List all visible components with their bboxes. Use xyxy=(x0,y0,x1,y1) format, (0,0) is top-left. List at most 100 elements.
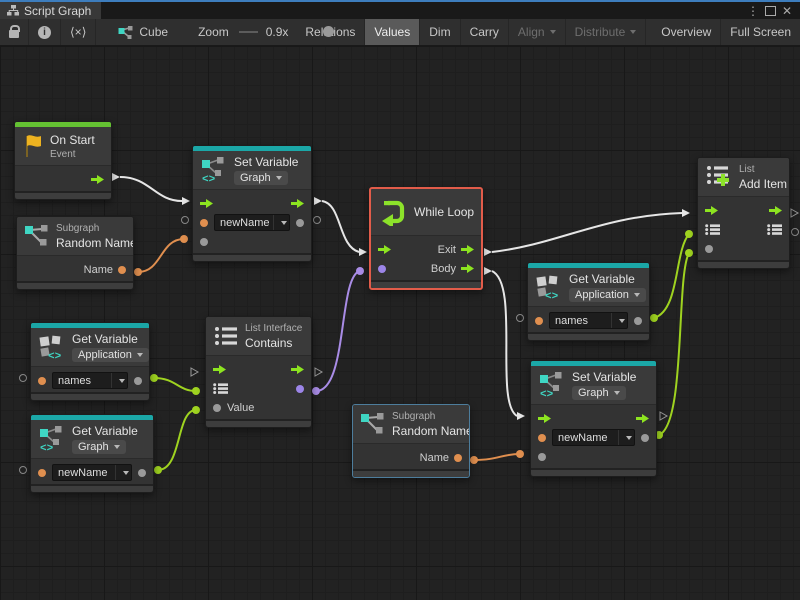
value-cap[interactable] xyxy=(134,268,142,276)
node-while-loop[interactable]: While Loop Exit Body xyxy=(369,187,483,290)
window-maximize-icon[interactable] xyxy=(765,6,776,16)
toolbar-button-align[interactable]: Align xyxy=(509,19,566,45)
flow-cap[interactable] xyxy=(682,209,690,217)
zoom-slider[interactable] xyxy=(239,31,258,33)
value-cap[interactable] xyxy=(192,406,200,414)
value-input-port[interactable] xyxy=(200,238,208,246)
wire-flow-setvariable1-to-whileloop[interactable] xyxy=(322,201,359,252)
empty-flow-port[interactable] xyxy=(315,368,322,376)
empty-flow-port[interactable] xyxy=(791,209,798,217)
graph-canvas[interactable]: On Start Event <> Set Variable Graph xyxy=(0,46,800,600)
variable-name-dropdown[interactable]: newName xyxy=(552,429,635,446)
value-output-port[interactable] xyxy=(634,317,642,325)
toolbar-button-dim[interactable]: Dim xyxy=(420,19,460,45)
flow-input-port[interactable] xyxy=(200,199,213,208)
value-input-port[interactable] xyxy=(538,453,546,461)
lock-button[interactable] xyxy=(0,19,29,45)
variable-name-dropdown[interactable]: names xyxy=(549,312,628,329)
wire-value-newname-to-contains-value[interactable] xyxy=(158,410,196,470)
flow-cap[interactable] xyxy=(359,248,367,256)
empty-value-port[interactable] xyxy=(20,467,27,474)
value-output-port[interactable] xyxy=(118,266,126,274)
toolbar-button-carry[interactable]: Carry xyxy=(461,19,509,45)
toolbar-button-values[interactable]: Values xyxy=(365,19,420,45)
value-cap[interactable] xyxy=(685,230,693,238)
node-list-contains[interactable]: List Interface Contains Value xyxy=(205,316,312,428)
flow-output-port[interactable] xyxy=(461,245,474,254)
variable-name-dropdown[interactable]: newName xyxy=(52,464,132,481)
value-input-port[interactable] xyxy=(213,404,221,412)
node-on-start[interactable]: On Start Event xyxy=(14,121,112,200)
empty-value-port[interactable] xyxy=(517,315,524,322)
flow-cap[interactable] xyxy=(484,248,492,256)
variable-scope-dropdown[interactable]: Graph xyxy=(572,386,626,400)
tab-script-graph[interactable]: Script Graph xyxy=(0,2,101,19)
variable-scope-dropdown[interactable]: Graph xyxy=(72,440,126,454)
wire-flow-while-exit-to-additem[interactable] xyxy=(492,213,682,252)
empty-flow-port[interactable] xyxy=(191,368,198,376)
list-input-port[interactable] xyxy=(213,383,228,394)
list-input-port[interactable] xyxy=(705,224,720,235)
empty-value-port[interactable] xyxy=(314,217,321,224)
value-cap[interactable] xyxy=(150,374,158,382)
flow-input-port[interactable] xyxy=(378,245,391,254)
empty-value-port[interactable] xyxy=(182,217,189,224)
variable-scope-dropdown[interactable]: Application xyxy=(72,348,149,362)
empty-value-port[interactable] xyxy=(792,229,799,236)
inspect-button[interactable]: i xyxy=(29,19,61,45)
value-input-port[interactable] xyxy=(200,219,208,227)
value-output-port[interactable] xyxy=(134,377,142,385)
window-menu-icon[interactable]: ⋮ xyxy=(747,5,759,17)
node-list-add-item[interactable]: List Add Item xyxy=(697,157,790,269)
list-output-port[interactable] xyxy=(767,224,782,235)
flow-input-port[interactable] xyxy=(538,414,551,423)
flow-output-port[interactable] xyxy=(769,206,782,215)
value-cap[interactable] xyxy=(516,450,524,458)
flow-output-port[interactable] xyxy=(461,264,474,273)
value-cap[interactable] xyxy=(356,267,364,275)
value-input-port[interactable] xyxy=(38,469,46,477)
flow-output-port[interactable] xyxy=(636,414,649,423)
value-output-port[interactable] xyxy=(296,385,304,393)
variable-scope-dropdown[interactable]: Graph xyxy=(234,171,288,185)
flow-cap[interactable] xyxy=(484,267,492,275)
flow-output-port[interactable] xyxy=(291,365,304,374)
node-get-variable-newname[interactable]: <> Get Variable Graph newName xyxy=(30,414,154,493)
condition-input-port[interactable] xyxy=(378,265,386,273)
flow-cap[interactable] xyxy=(314,197,322,205)
variable-name-dropdown[interactable]: names xyxy=(52,372,128,389)
wire-flow-while-body-to-setvariable2[interactable] xyxy=(492,271,517,416)
value-cap[interactable] xyxy=(154,466,162,474)
flow-output-port[interactable] xyxy=(91,175,104,184)
empty-flow-port[interactable] xyxy=(660,412,667,420)
value-cap[interactable] xyxy=(312,387,320,395)
value-output-port[interactable] xyxy=(641,434,649,442)
wire-value-subgraph1-name-to-setvariable1[interactable] xyxy=(138,239,184,272)
node-subgraph-random-name-1[interactable]: Subgraph Random Name Name xyxy=(16,216,134,290)
value-output-port[interactable] xyxy=(296,219,304,227)
flow-input-port[interactable] xyxy=(705,206,718,215)
node-subgraph-random-name-2[interactable]: Subgraph Random Name Name xyxy=(352,404,470,478)
variable-scope-dropdown[interactable]: Application xyxy=(569,288,646,302)
value-input-port[interactable] xyxy=(38,377,46,385)
value-input-port[interactable] xyxy=(705,245,713,253)
flow-cap[interactable] xyxy=(182,197,190,205)
value-cap[interactable] xyxy=(685,249,693,257)
flow-output-port[interactable] xyxy=(291,199,304,208)
flow-input-port[interactable] xyxy=(213,365,226,374)
flow-cap[interactable] xyxy=(112,173,120,181)
value-output-port[interactable] xyxy=(454,454,462,462)
flow-cap[interactable] xyxy=(517,412,525,420)
wire-value-contains-result-to-while-condition[interactable] xyxy=(316,271,360,391)
wire-value-names1-to-contains-list[interactable] xyxy=(154,378,196,391)
node-set-variable-2[interactable]: <> Set Variable Graph newName xyxy=(530,360,657,477)
value-input-port[interactable] xyxy=(538,434,546,442)
value-cap[interactable] xyxy=(470,456,478,464)
wire-flow-onstart-to-setvariable1[interactable] xyxy=(120,177,182,201)
value-cap[interactable] xyxy=(192,387,200,395)
graph-target-name[interactable]: Cube xyxy=(139,25,168,39)
toolbar-button-overview[interactable]: Overview xyxy=(652,19,721,45)
toolbar-button-distribute[interactable]: Distribute xyxy=(566,19,647,45)
node-set-variable-1[interactable]: <> Set Variable Graph newName xyxy=(192,145,312,262)
value-output-port[interactable] xyxy=(138,469,146,477)
